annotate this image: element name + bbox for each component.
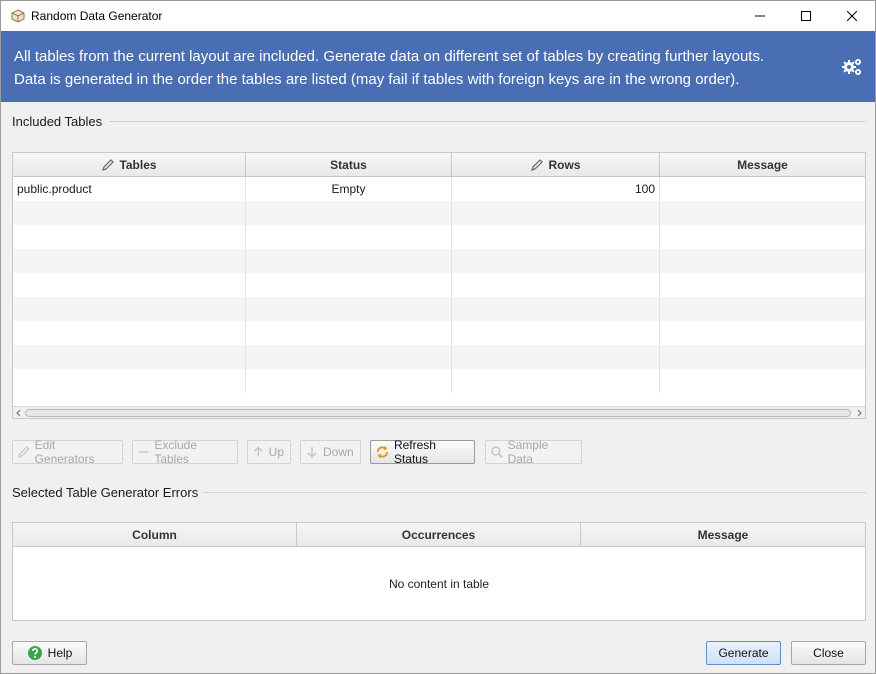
column-header-message[interactable]: Message xyxy=(660,153,865,177)
column-header-tables[interactable]: Tables xyxy=(13,153,246,177)
empty-table-placeholder: No content in table xyxy=(388,577,490,591)
dialog-window: Random Data Generator All tables from th… xyxy=(0,0,876,674)
magnifier-icon xyxy=(491,446,503,458)
sample-data-button[interactable]: Sample Data xyxy=(485,438,582,466)
column-header-status[interactable]: Status xyxy=(246,153,452,177)
column-header-column[interactable]: Column xyxy=(13,523,297,547)
column-header-message[interactable]: Message xyxy=(581,523,865,547)
empty-row xyxy=(13,369,865,393)
pencil-icon xyxy=(102,159,115,171)
arrow-down-icon xyxy=(307,447,317,459)
minimize-icon xyxy=(755,15,765,17)
close-button[interactable]: Close xyxy=(791,641,866,665)
refresh-status-button[interactable]: Refresh Status xyxy=(370,438,475,466)
cell-status[interactable]: Empty xyxy=(246,177,452,201)
empty-row xyxy=(13,345,865,369)
scrollbar-thumb[interactable] xyxy=(25,409,851,417)
cell-table-name[interactable]: public.product xyxy=(13,177,246,201)
included-tables-title: Included Tables xyxy=(12,114,103,129)
window-title: Random Data Generator xyxy=(31,9,163,23)
help-icon xyxy=(27,646,42,660)
empty-row xyxy=(13,201,865,225)
empty-row xyxy=(13,321,865,345)
close-icon xyxy=(847,11,857,21)
minimize-button[interactable] xyxy=(737,1,783,31)
section-divider xyxy=(203,492,866,493)
cell-rows[interactable]: 100 xyxy=(452,177,660,201)
column-header-occurrences[interactable]: Occurrences xyxy=(297,523,581,547)
title-bar: Random Data Generator xyxy=(1,1,875,31)
table-header: Tables Status Rows Message xyxy=(13,153,865,177)
up-button[interactable]: Up xyxy=(247,440,291,464)
help-button[interactable]: Help xyxy=(12,641,87,665)
edit-generators-button[interactable]: Edit Generators xyxy=(12,438,123,466)
pencil-icon xyxy=(531,159,544,171)
generator-errors-title: Selected Table Generator Errors xyxy=(12,485,199,500)
app-cube-icon xyxy=(11,9,25,23)
horizontal-scrollbar[interactable] xyxy=(13,406,865,418)
refresh-icon xyxy=(376,445,389,459)
column-header-rows[interactable]: Rows xyxy=(452,153,660,177)
section-divider xyxy=(109,121,866,122)
banner-line-1: All tables from the current layout are i… xyxy=(14,48,765,65)
exclude-tables-button[interactable]: Exclude Tables xyxy=(132,438,238,466)
close-window-button[interactable] xyxy=(829,1,875,31)
scroll-left-icon[interactable] xyxy=(14,408,24,418)
scroll-right-icon[interactable] xyxy=(854,408,864,418)
table-body: public.product Empty 100 xyxy=(13,177,865,393)
info-banner: All tables from the current layout are i… xyxy=(1,31,875,102)
generate-button[interactable]: Generate xyxy=(706,641,781,665)
generator-errors-table: Column Occurrences Message No content in… xyxy=(12,522,866,621)
maximize-icon xyxy=(801,11,811,21)
pencil-icon xyxy=(18,446,30,458)
gears-icon[interactable] xyxy=(841,57,863,77)
banner-line-2: Data is generated in the order the table… xyxy=(14,71,740,88)
table-header: Column Occurrences Message xyxy=(13,523,865,547)
empty-row xyxy=(13,249,865,273)
included-tables-table: Tables Status Rows Message public.produc… xyxy=(12,152,866,419)
maximize-button[interactable] xyxy=(783,1,829,31)
empty-row xyxy=(13,225,865,249)
down-button[interactable]: Down xyxy=(300,440,361,464)
table-row[interactable]: public.product Empty 100 xyxy=(13,177,865,201)
empty-row xyxy=(13,273,865,297)
empty-row xyxy=(13,297,865,321)
minus-icon xyxy=(138,451,149,453)
arrow-up-icon xyxy=(254,446,263,457)
cell-message[interactable] xyxy=(660,177,865,201)
